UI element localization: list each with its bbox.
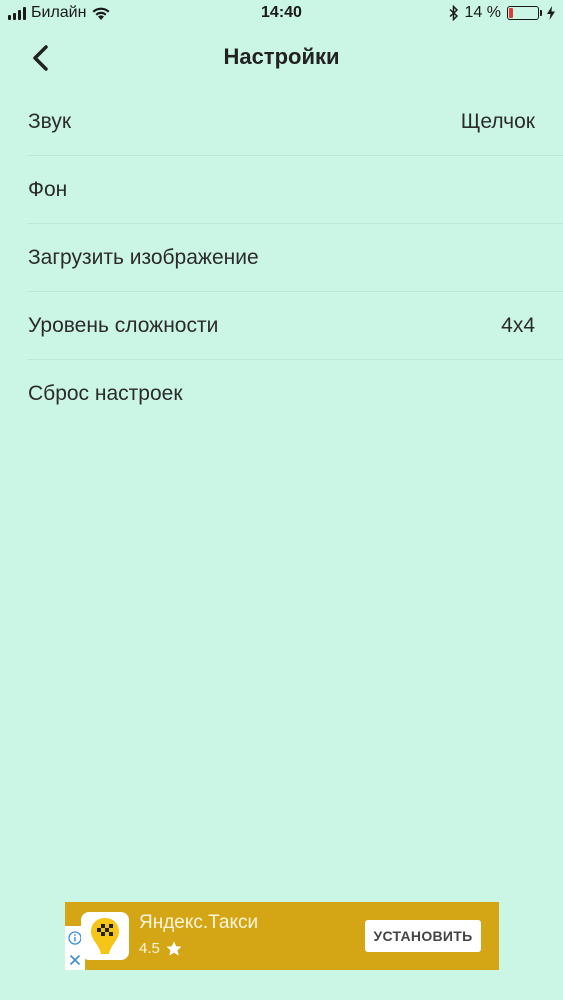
settings-item-label: Звук <box>28 109 72 133</box>
settings-item-upload-image[interactable]: Загрузить изображение <box>28 224 563 292</box>
settings-item-label: Загрузить изображение <box>28 245 259 269</box>
settings-item-sound[interactable]: Звук Щелчок <box>28 88 563 156</box>
close-icon[interactable] <box>69 954 81 966</box>
ad-text: Яндекс.Такси 4.5 <box>139 912 258 957</box>
settings-item-background[interactable]: Фон <box>28 156 563 224</box>
settings-item-label: Сброс настроек <box>28 382 183 405</box>
page-title: Настройки <box>223 44 340 69</box>
status-bar: Билайн 14:40 14 % <box>0 0 563 30</box>
settings-screen: Билайн 14:40 14 % Настройки Звук Щелчок … <box>0 0 563 1000</box>
ad-banner[interactable]: Яндекс.Такси 4.5 УСТАНОВИТЬ <box>65 902 499 970</box>
settings-item-label: Фон <box>28 177 68 201</box>
settings-item-value: Щелчок <box>460 109 535 133</box>
bluetooth-icon <box>449 5 458 21</box>
ad-rating-value: 4.5 <box>139 940 160 957</box>
install-button[interactable]: УСТАНОВИТЬ <box>365 920 481 952</box>
taxi-logo-icon <box>81 912 129 960</box>
settings-item-reset[interactable]: Сброс настроек <box>28 360 563 428</box>
charging-icon <box>547 6 555 20</box>
settings-item-label: Уровень сложности <box>28 313 219 337</box>
battery-percent: 14 % <box>464 4 501 21</box>
ad-rating: 4.5 <box>139 940 258 957</box>
settings-item-value: 4x4 <box>501 313 535 337</box>
info-icon[interactable] <box>68 930 82 945</box>
status-right: 14 % <box>449 4 555 22</box>
settings-item-difficulty[interactable]: Уровень сложности 4x4 <box>28 292 563 360</box>
star-icon <box>166 941 182 956</box>
settings-list: Звук Щелчок Фон Загрузить изображение Ур… <box>0 88 563 428</box>
ad-app-name: Яндекс.Такси <box>139 912 259 933</box>
battery-level-fill <box>509 8 513 18</box>
battery-icon <box>507 6 542 20</box>
navigation-bar: Настройки <box>0 30 563 86</box>
